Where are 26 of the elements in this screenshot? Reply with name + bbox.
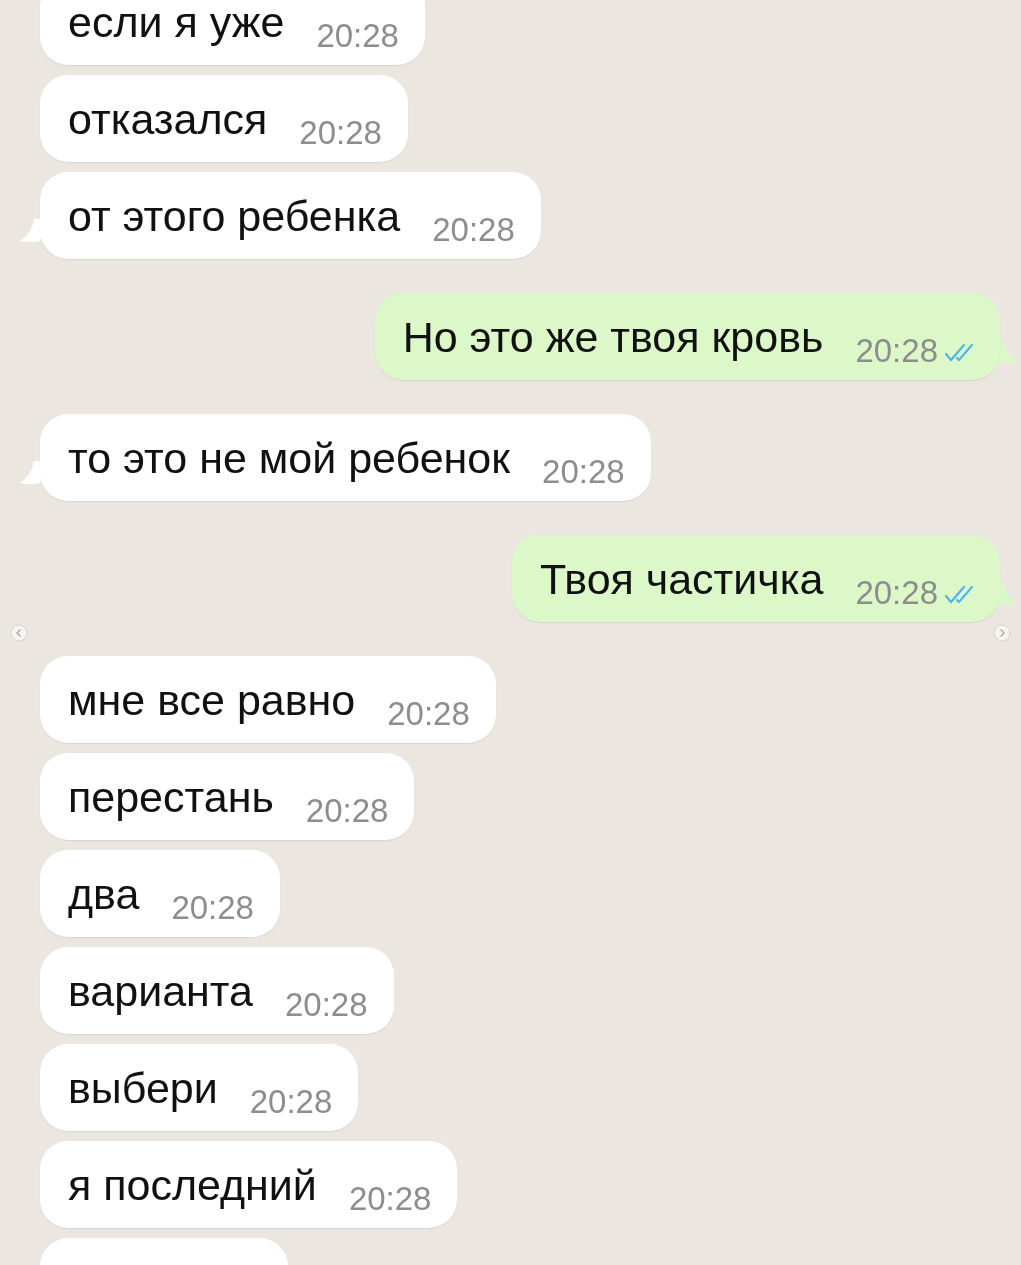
message-time: 20:28 — [855, 576, 938, 609]
message-text: два — [68, 873, 140, 916]
message-time: 20:28 — [171, 891, 254, 924]
message-time: 20:28 — [348, 1182, 432, 1215]
message-text: варианта — [68, 970, 253, 1013]
message-text: Но это же твоя кровь — [402, 316, 824, 359]
message-text: если я уже — [68, 1, 285, 44]
message-text: выбери — [68, 1067, 218, 1110]
message-text: отказался — [68, 98, 268, 141]
message-time: 20:28 — [432, 213, 515, 246]
message-text: мне все равно — [68, 679, 356, 722]
message-time: 20:28 — [387, 697, 470, 730]
chevron-left-icon[interactable] — [10, 624, 28, 642]
message-time: 20:28 — [249, 1085, 333, 1118]
message-time: 20:28 — [305, 794, 389, 827]
message-text: перестань — [68, 776, 274, 819]
message-text: то это не мой ребенок — [68, 437, 511, 480]
message-time: 20:28 — [542, 455, 625, 488]
message-text: от этого ребенка — [68, 195, 401, 238]
message-text: я последний — [68, 1164, 317, 1207]
message-time: 20:28 — [285, 988, 368, 1021]
message-time: 20:28 — [299, 116, 382, 149]
message-time: 20:28 — [855, 334, 938, 367]
chevron-right-icon[interactable] — [993, 624, 1011, 642]
message-text: Твоя частичка — [539, 558, 824, 601]
message-time: 20:28 — [316, 19, 399, 52]
